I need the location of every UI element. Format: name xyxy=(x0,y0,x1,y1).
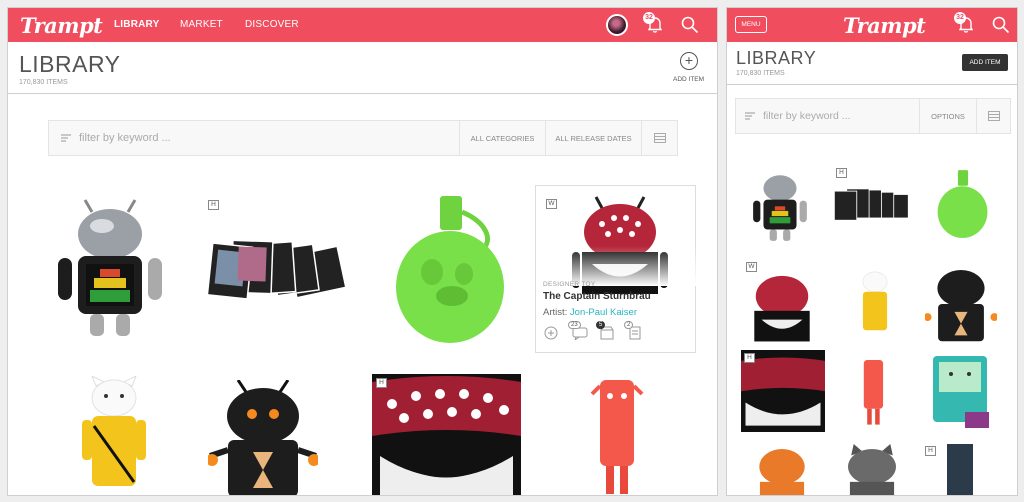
hardware-tag: H xyxy=(925,446,936,456)
mobile-filter-bar: filter by keyword ... OPTIONS xyxy=(735,98,1011,134)
notification-bell-icon[interactable]: 32 xyxy=(643,12,663,33)
add-item-button[interactable]: + xyxy=(680,52,698,70)
item-card-deck[interactable] xyxy=(204,233,354,303)
notification-badge: 32 xyxy=(954,12,966,24)
mobile-top-navbar: MENU Trampt 32 xyxy=(727,8,1017,42)
notification-bell-icon[interactable]: 32 xyxy=(954,12,974,33)
filter-lines-icon xyxy=(745,112,755,120)
categories-dropdown[interactable]: ALL CATEGORIES xyxy=(459,121,545,155)
nav-discover[interactable]: DISCOVER xyxy=(245,19,299,30)
mobile-page-header: LIBRARY 170,830 ITEMS ADD ITEM xyxy=(727,42,1017,85)
desktop-window: Trampt LIBRARY MARKET DISCOVER 32 LIBRAR… xyxy=(7,7,718,496)
item-count: 170,830 ITEMS xyxy=(736,70,785,77)
options-button[interactable]: OPTIONS xyxy=(919,99,976,133)
trampt-logo[interactable]: Trampt xyxy=(843,13,926,38)
item-artist: Artist: Jon-Paul Kaiser xyxy=(543,307,637,318)
page-title: LIBRARY xyxy=(736,48,817,68)
search-icon[interactable] xyxy=(681,16,699,34)
add-item-label[interactable]: ADD ITEM xyxy=(673,76,704,83)
mobile-window: MENU Trampt 32 LIBRARY 170,830 ITEMS ADD… xyxy=(726,7,1018,496)
item-card-captain-sturnbrau[interactable]: W DESIGNER TOY The Captain Sturnbrau Art… xyxy=(535,185,697,353)
skull-bandana-image xyxy=(372,376,521,495)
item-skull-bandana-closeup[interactable]: H xyxy=(372,374,521,495)
add-to-collection-icon[interactable] xyxy=(544,326,558,340)
nav-market[interactable]: MARKET xyxy=(180,19,223,30)
thumb-cat-figure[interactable] xyxy=(837,444,907,496)
item-hourglass-android[interactable] xyxy=(208,380,318,496)
artist-link[interactable]: Jon-Paul Kaiser xyxy=(570,307,637,318)
thumb-orange-android[interactable] xyxy=(747,444,817,496)
list-view-icon xyxy=(653,133,666,143)
page-title: LIBRARY xyxy=(19,51,121,77)
filter-bar: filter by keyword ... ALL CATEGORIES ALL… xyxy=(48,120,678,156)
release-dates-dropdown[interactable]: ALL RELEASE DATES xyxy=(545,121,641,155)
hardware-tag: H xyxy=(376,378,387,388)
artist-label: Artist: xyxy=(543,307,568,318)
item-red-popsicle-figure[interactable] xyxy=(588,376,648,496)
thumb-red-popsicle-figure[interactable] xyxy=(857,350,891,434)
add-item-button[interactable]: ADD ITEM xyxy=(962,54,1008,71)
thumb-white-bear-figure[interactable] xyxy=(853,262,897,344)
item-category: DESIGNER TOY xyxy=(543,281,596,288)
thumb-green-grenade[interactable] xyxy=(933,164,993,244)
comments-icon[interactable]: 23 xyxy=(568,321,588,342)
item-green-grenade[interactable] xyxy=(386,192,516,347)
thumb-skull-bandana[interactable]: H xyxy=(741,350,825,432)
thumb-card-deck[interactable] xyxy=(831,184,915,224)
thumb-captain-sturnbrau[interactable] xyxy=(747,266,817,344)
item-white-bear-figure[interactable] xyxy=(74,376,154,496)
menu-button[interactable]: MENU xyxy=(735,16,767,33)
wishlist-tag: W xyxy=(546,199,557,209)
item-android-equalizer[interactable] xyxy=(50,194,170,339)
page-header: LIBRARY 170,830 ITEMS + ADD ITEM xyxy=(8,42,717,94)
hardware-tag: H xyxy=(836,168,847,178)
view-toggle[interactable] xyxy=(976,99,1010,133)
view-toggle[interactable] xyxy=(641,121,677,155)
avatar[interactable] xyxy=(606,14,628,36)
hardware-tag: H xyxy=(744,353,755,363)
market-icon[interactable]: 5 xyxy=(596,321,614,340)
thumb-android-equalizer[interactable] xyxy=(749,162,811,248)
list-view-icon xyxy=(987,111,1000,121)
card-actions: 23 5 2 xyxy=(544,321,642,342)
nav-library[interactable]: LIBRARY xyxy=(114,19,159,30)
thumb-blue-item[interactable] xyxy=(947,444,973,495)
trampt-logo[interactable]: Trampt xyxy=(20,13,103,38)
thumb-bmo-figure[interactable] xyxy=(927,352,993,432)
search-icon[interactable] xyxy=(992,16,1010,34)
keyword-filter-input[interactable]: filter by keyword ... xyxy=(79,132,459,144)
keyword-filter-input[interactable]: filter by keyword ... xyxy=(763,110,919,122)
hardware-tag: H xyxy=(208,200,219,210)
item-name[interactable]: The Captain Sturnbrau xyxy=(543,291,651,302)
item-count: 170,830 ITEMS xyxy=(19,79,68,86)
filter-lines-icon xyxy=(61,134,71,142)
notification-badge: 32 xyxy=(643,12,655,24)
thumb-hourglass-android[interactable] xyxy=(925,264,997,342)
comments-count: 23 xyxy=(568,321,581,329)
notes-icon[interactable]: 2 xyxy=(624,321,642,340)
top-navbar: Trampt LIBRARY MARKET DISCOVER 32 xyxy=(8,8,717,42)
